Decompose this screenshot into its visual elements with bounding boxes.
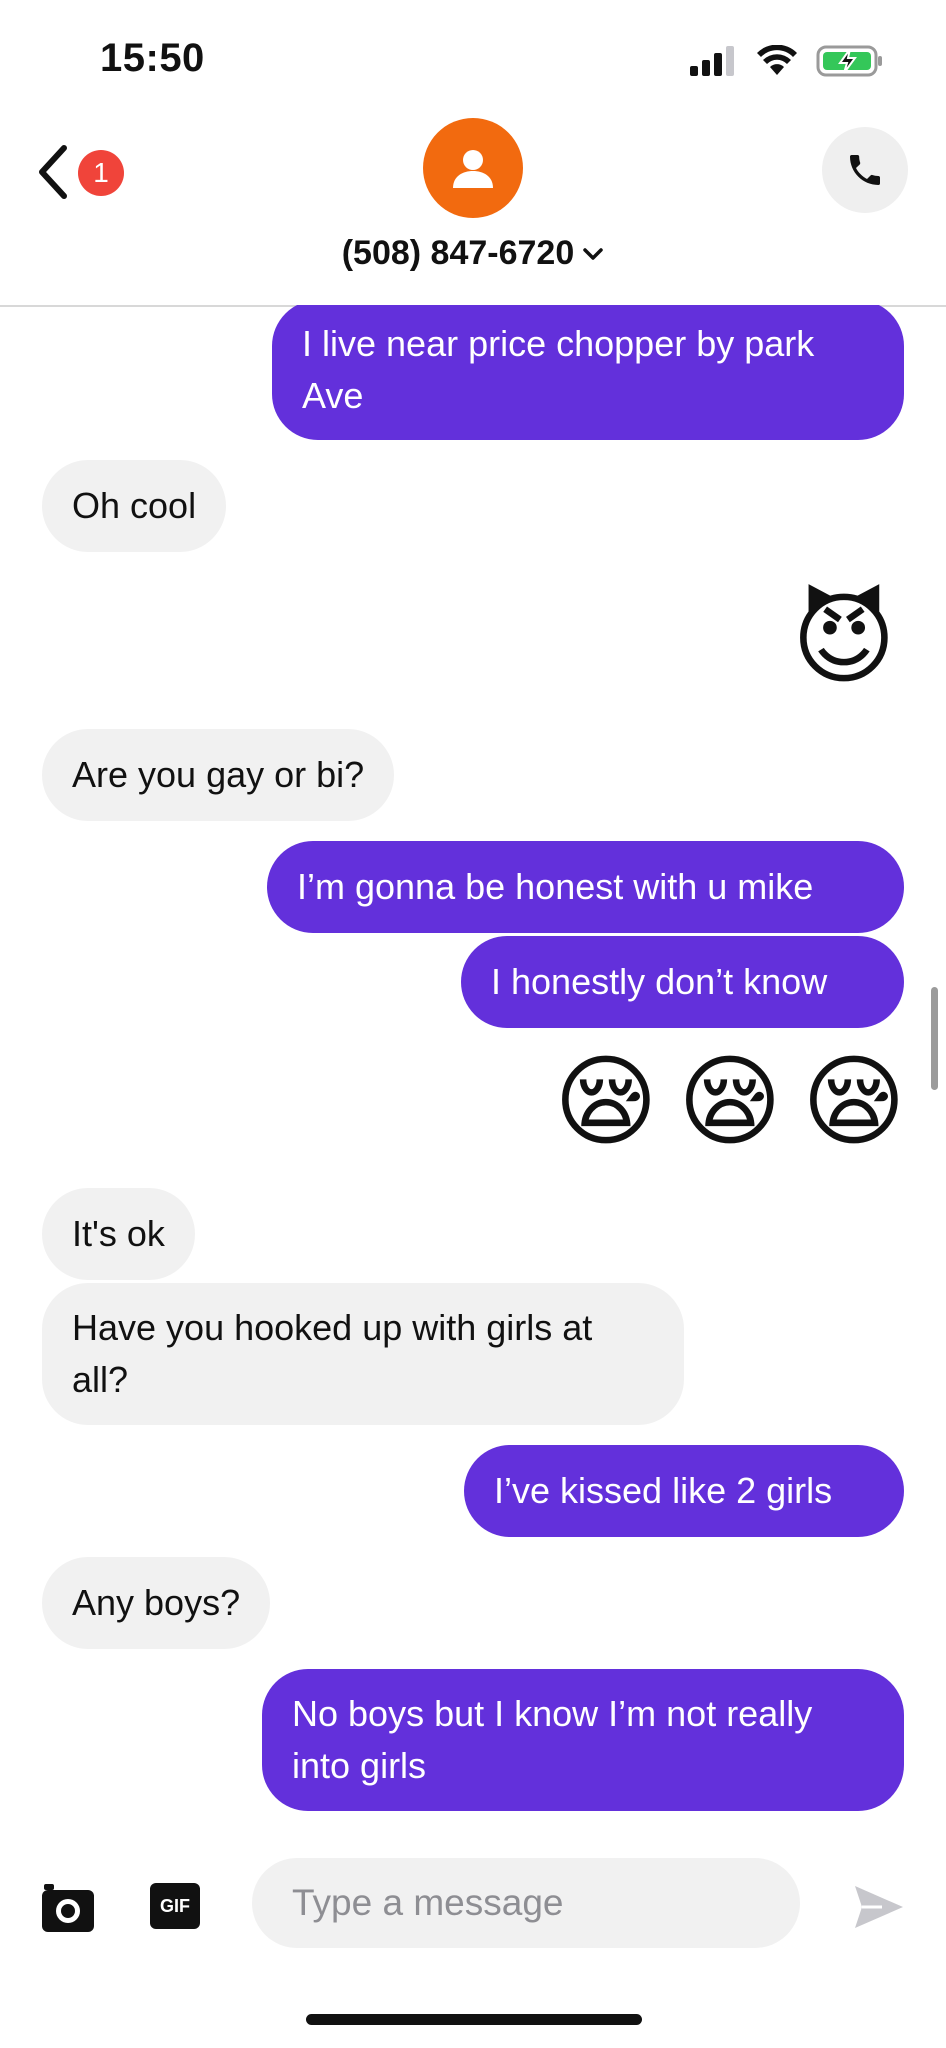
emoji-message-sleepy: 😪 😪 😪 <box>553 1040 906 1164</box>
message-text: Are you gay or bi? <box>72 754 365 795</box>
camera-icon[interactable] <box>40 1880 96 1936</box>
chevron-left-icon <box>39 145 67 199</box>
conversation-header: 1 (508) 847-6720 <box>0 110 946 307</box>
message-bubble-incoming: Any boys? <box>42 1557 271 1649</box>
home-indicator <box>306 2014 642 2025</box>
send-icon[interactable] <box>852 1882 906 1932</box>
person-icon <box>453 150 493 188</box>
avatar[interactable] <box>423 118 523 218</box>
cellular-signal-icon <box>690 46 734 76</box>
message-bubble-outgoing: I’ve kissed like 2 girls <box>464 1445 904 1537</box>
message-composer: GIF <box>0 1850 946 1960</box>
contact-name-label: (508) 847-6720 <box>341 234 575 272</box>
message-text: 😈 <box>791 584 896 696</box>
message-text: I live near price chopper by park Ave <box>302 323 815 416</box>
scroll-indicator[interactable] <box>931 987 938 1090</box>
message-text: Have you hooked up with girls at all? <box>72 1307 593 1400</box>
wifi-icon <box>757 45 797 75</box>
contact-name[interactable]: (508) 847-6720 <box>0 234 946 273</box>
message-bubble-incoming: Oh cool <box>42 460 227 552</box>
message-bubble-outgoing: I’m gonna be honest with u mike <box>267 841 904 933</box>
status-icons <box>690 44 884 78</box>
chevron-down-icon <box>583 247 603 260</box>
message-text: I’ve kissed like 2 girls <box>494 1470 833 1511</box>
message-list[interactable]: I live near price chopper by park Ave Oh… <box>0 305 946 1830</box>
battery-charging-icon <box>816 45 882 77</box>
message-bubble-incoming: Are you gay or bi? <box>42 729 395 821</box>
call-button[interactable] <box>822 127 908 213</box>
phone-icon <box>850 155 880 185</box>
gif-button[interactable]: GIF <box>150 1883 200 1929</box>
status-time: 15:50 <box>100 36 205 80</box>
message-bubble-outgoing: No boys but I know I’m not really into g… <box>262 1669 904 1811</box>
message-text: I honestly don’t know <box>491 961 828 1002</box>
message-text: I’m gonna be honest with u mike <box>297 866 814 907</box>
message-text: Oh cool <box>72 485 197 526</box>
message-input[interactable] <box>252 1858 800 1948</box>
unread-badge: 1 <box>78 150 124 196</box>
back-button[interactable]: 1 <box>36 140 136 204</box>
emoji-message-devil: 😈 <box>792 580 896 700</box>
message-text: Any boys? <box>72 1582 241 1623</box>
message-text: 😪 😪 😪 <box>553 1046 906 1158</box>
message-bubble-incoming: Have you hooked up with girls at all? <box>42 1283 684 1425</box>
message-bubble-outgoing: I honestly don’t know <box>461 936 904 1028</box>
message-bubble-outgoing: I live near price chopper by park Ave <box>272 305 904 440</box>
status-bar: 15:50 <box>0 0 946 120</box>
message-text: It's ok <box>72 1213 165 1254</box>
message-text: No boys but I know I’m not really into g… <box>292 1693 813 1786</box>
message-bubble-incoming: It's ok <box>42 1188 195 1280</box>
